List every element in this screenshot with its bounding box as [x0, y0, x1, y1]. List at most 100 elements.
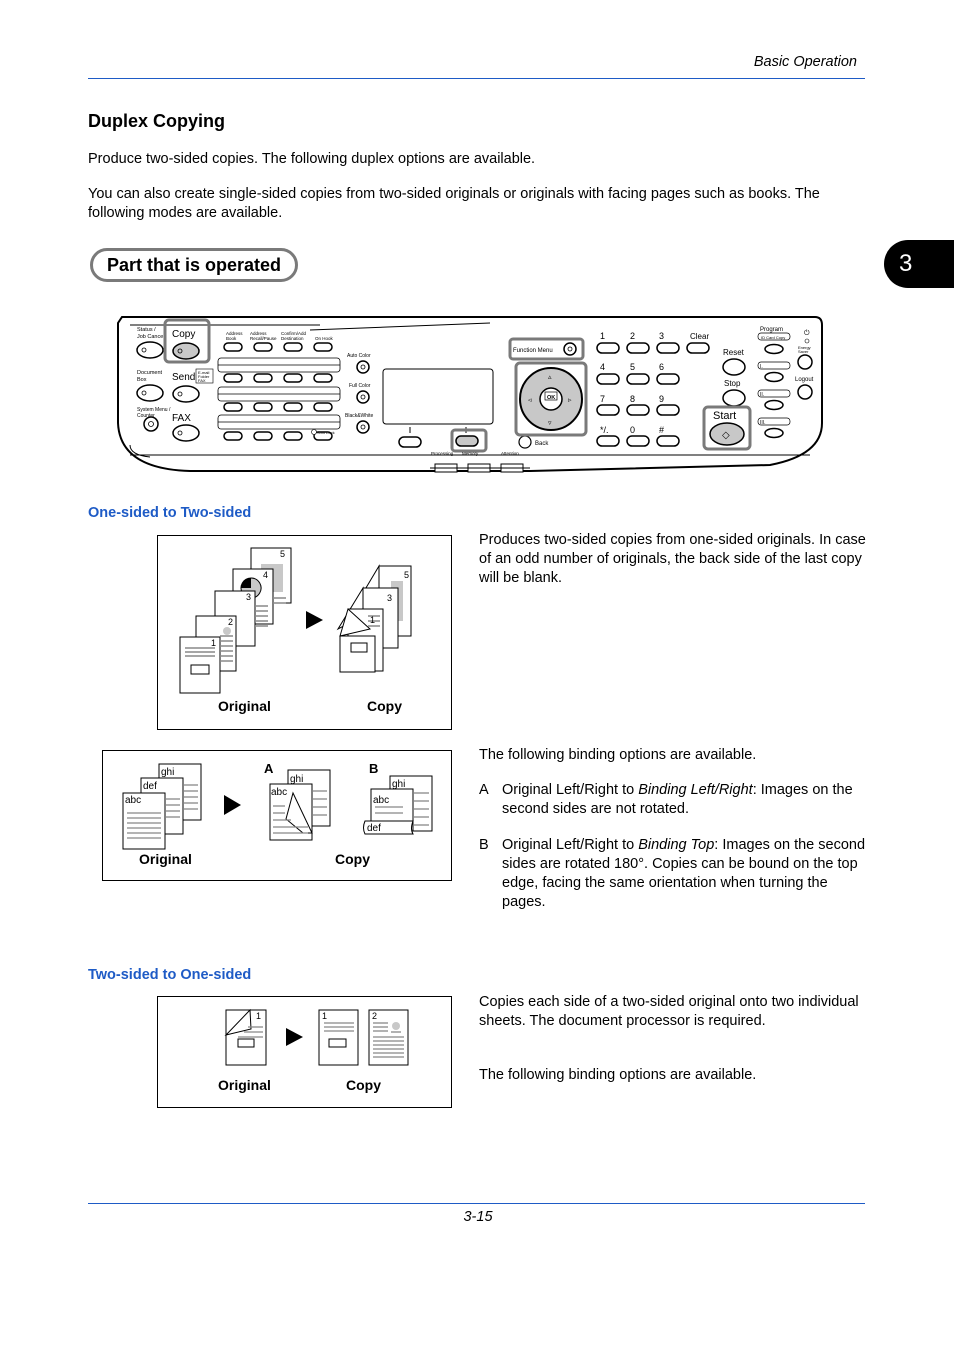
copy-option-a: ghiabc — [269, 769, 331, 841]
copy-label: Copy — [346, 1077, 381, 1093]
svg-text:2: 2 — [228, 617, 233, 627]
svg-text:Clear: Clear — [690, 332, 709, 341]
svg-text:▿: ▿ — [548, 420, 552, 427]
svg-text:9: 9 — [659, 394, 664, 404]
arrow-icon — [306, 611, 323, 629]
binding-intro: The following binding options are availa… — [479, 747, 757, 763]
document-box-label: Document — [137, 370, 163, 376]
original-label: Original — [218, 1077, 271, 1093]
option-text: Original Left/Right to — [502, 782, 639, 798]
function-menu-key — [563, 342, 577, 356]
svg-text:*/.: */. — [600, 425, 609, 435]
copy-sheet-2: 2 — [368, 1009, 409, 1066]
copy-key — [172, 342, 200, 360]
fax-key-label: FAX — [172, 413, 191, 424]
send-key-label: Send — [172, 372, 195, 383]
svg-text:1: 1 — [211, 638, 216, 648]
svg-text:7: 7 — [600, 394, 605, 404]
color-mode-buttons — [356, 360, 370, 434]
svg-text:ghi: ghi — [392, 779, 405, 790]
svg-text:abc: abc — [271, 787, 287, 798]
header-rule — [88, 78, 865, 79]
document-box-button — [136, 384, 164, 402]
stop-key — [722, 389, 746, 407]
copy-pages: 5 3 1 — [336, 564, 412, 673]
svg-text:Destination: Destination — [281, 336, 304, 341]
binding-option-a: A Original Left/Right to Binding Left/Ri… — [479, 781, 869, 819]
svg-text:3: 3 — [246, 592, 251, 602]
svg-text:1: 1 — [256, 1011, 261, 1021]
paper-indicator-slots — [430, 463, 530, 473]
svg-text:Stop: Stop — [724, 379, 741, 388]
option-emphasis: Binding Left/Right — [638, 782, 753, 798]
svg-text:ghi: ghi — [290, 774, 303, 785]
svg-text:B: B — [369, 761, 378, 776]
svg-text:3: 3 — [659, 331, 664, 341]
svg-text:▹: ▹ — [568, 397, 572, 404]
copy-option-b: ghiabc def — [363, 775, 433, 835]
svg-text:Attention: Attention — [501, 451, 519, 456]
svg-text:FAX: FAX — [198, 378, 206, 383]
svg-text:ID Card Copy: ID Card Copy — [761, 335, 785, 340]
svg-text:#: # — [659, 425, 664, 435]
svg-text:Program: Program — [760, 327, 783, 333]
svg-text:2: 2 — [630, 331, 635, 341]
svg-text:1: 1 — [600, 331, 605, 341]
svg-text:8: 8 — [630, 394, 635, 404]
svg-text:Function Menu: Function Menu — [513, 348, 553, 354]
svg-text:abc: abc — [125, 795, 141, 806]
logout-key — [797, 384, 813, 400]
svg-text:Shift Lock: Shift Lock — [317, 430, 335, 435]
svg-text:6: 6 — [659, 362, 664, 372]
lcd-display — [382, 368, 494, 425]
fax-key — [172, 424, 200, 442]
svg-text:Book: Book — [226, 336, 237, 341]
svg-text:Start: Start — [713, 410, 736, 422]
svg-text:1: 1 — [370, 615, 375, 625]
copy-sheet-1: 1 — [318, 1009, 359, 1066]
figure-one-to-two: 5 4 3 2 1 5 3 1 Original Copy — [157, 535, 452, 730]
svg-text:Reset: Reset — [723, 348, 745, 357]
original-label: Original — [139, 851, 192, 867]
svg-text:◃: ◃ — [528, 397, 532, 404]
intro-paragraph-1: Produce two-sided copies. The following … — [88, 151, 536, 167]
svg-text:III.: III. — [760, 420, 766, 426]
binding-option-b: B Original Left/Right to Binding Top: Im… — [479, 836, 869, 912]
energy-saver-key — [797, 354, 813, 370]
page-title: Duplex Copying — [88, 111, 226, 131]
copy-label: Copy — [367, 698, 402, 714]
original-label: Original — [218, 698, 271, 714]
svg-text:Memory: Memory — [462, 451, 479, 456]
back-key — [518, 435, 532, 449]
svg-text:⏻: ⏻ — [804, 329, 810, 337]
option-emphasis: Binding Top — [638, 837, 715, 853]
option-text: Original Left/Right to — [502, 837, 639, 853]
figure-two-to-one: 1 1 2 Original Copy — [157, 996, 452, 1108]
svg-text:2: 2 — [372, 1011, 377, 1021]
svg-text:Job Cancel: Job Cancel — [137, 334, 165, 340]
status-job-cancel-label: Status / — [137, 327, 156, 333]
svg-text:Full Color: Full Color — [349, 383, 371, 389]
svg-text:I.: I. — [760, 364, 763, 370]
system-menu-button — [143, 416, 159, 432]
footer-rule — [88, 1203, 865, 1204]
arrow-icon — [224, 795, 241, 815]
svg-text:◇: ◇ — [722, 430, 730, 441]
svg-text:3: 3 — [387, 593, 392, 603]
svg-text:OK: OK — [547, 395, 555, 401]
two-to-one-binding-intro: The following binding options are availa… — [479, 1067, 757, 1083]
option-key: A — [479, 782, 489, 798]
operation-panel-illustration: Status / Job Cancel Document Box System … — [117, 316, 823, 473]
svg-text:4: 4 — [263, 570, 268, 580]
svg-text:4: 4 — [600, 362, 605, 372]
status-job-cancel-button — [136, 341, 164, 359]
page-number: 3-15 — [463, 1209, 493, 1225]
svg-text:5: 5 — [280, 549, 285, 559]
reset-key — [722, 358, 746, 376]
svg-text:5: 5 — [404, 570, 409, 580]
chapter-tab: 3 — [884, 240, 954, 288]
intro-paragraph-2: You can also create single-sided copies … — [88, 186, 820, 221]
svg-text:On Hook: On Hook — [315, 336, 334, 341]
svg-text:ghi: ghi — [161, 767, 174, 778]
original-abc-def-ghi: ghidefabc — [122, 763, 202, 850]
